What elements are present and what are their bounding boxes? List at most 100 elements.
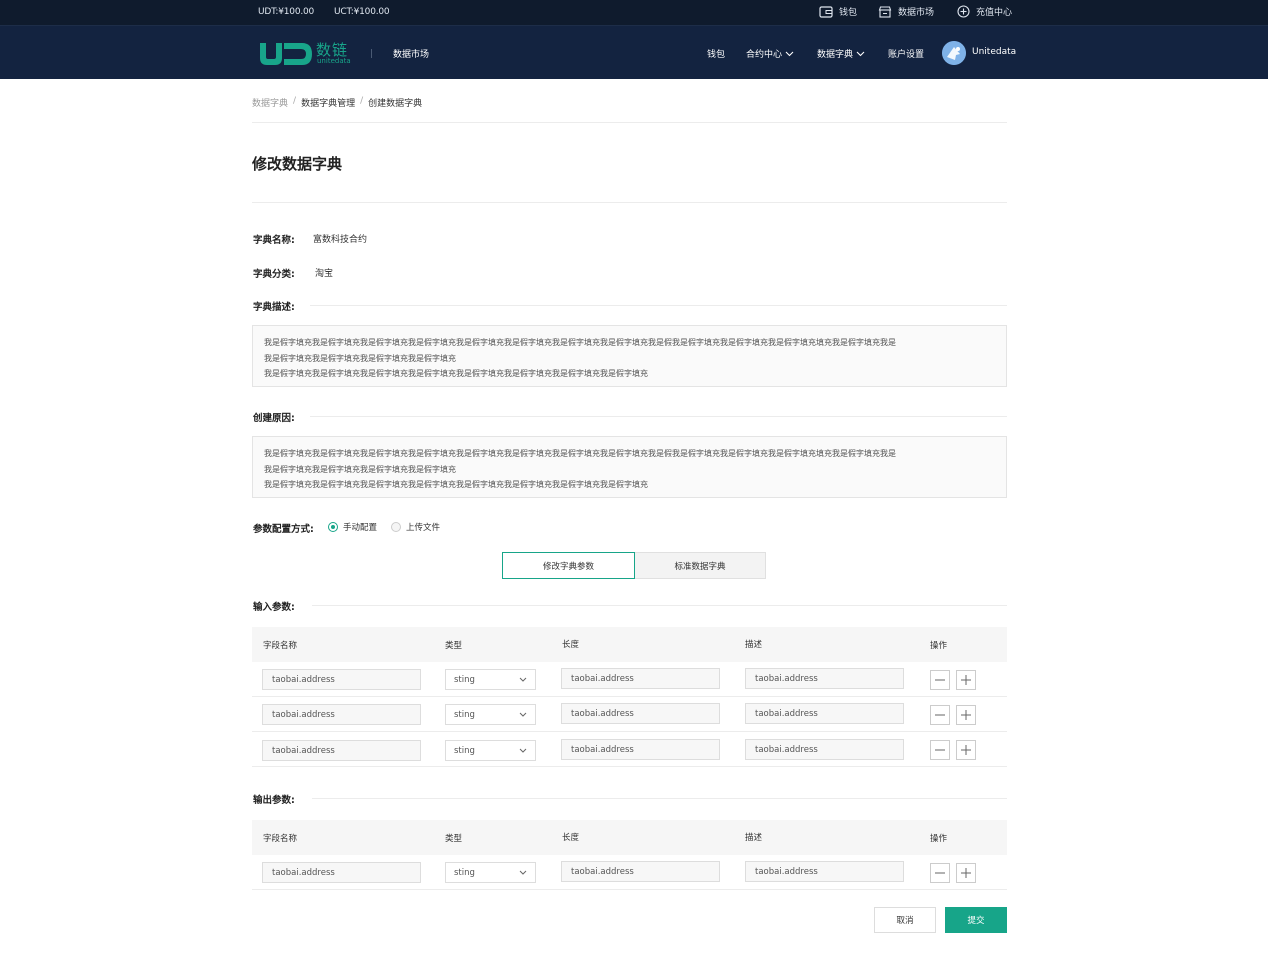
remove-row-button[interactable] [930,740,950,760]
remove-row-button[interactable] [930,863,950,883]
dict-name-value: 富数科技合约 [313,235,368,245]
create-reason-box[interactable]: 我是假字填充我是假字填充我是假字填充我是假字填充我是假字填充我是假字填充我是假字… [252,436,1007,498]
plus-icon [961,710,971,720]
divider [312,605,1007,606]
avatar[interactable] [942,41,966,65]
cancel-button[interactable]: 取消 [874,907,936,933]
length-input[interactable]: taobai.address [561,861,720,882]
type-select-value: sting [454,867,475,878]
field-name-input[interactable]: taobai.address [262,704,421,725]
dict-category-value: 淘宝 [315,269,334,279]
radio-checked-icon [328,522,338,532]
chevron-down-icon [856,51,865,56]
field-name-input[interactable]: taobai.address [262,862,421,883]
field-name-input[interactable]: taobai.address [262,740,421,761]
dict-desc-line: 我是假字填充我是假字填充我是假字填充我是假字填充我是假字填充我是假字填充我是假字… [264,338,896,347]
length-input[interactable]: taobai.address [561,668,720,689]
add-row-button[interactable] [956,740,976,760]
minus-icon [935,872,945,874]
description-input[interactable]: taobai.address [745,668,904,689]
minus-icon [935,749,945,751]
type-select[interactable]: sting [445,862,536,883]
top-link-market-label: 数据市场 [898,8,935,18]
description-input[interactable]: taobai.address [745,739,904,760]
nav-account-label: 账户设置 [888,50,925,60]
remove-row-button[interactable] [930,705,950,725]
uct-balance: UCT:¥100.00 [334,7,390,17]
udt-balance: UDT:¥100.00 [258,7,315,17]
col-type: 类型 [445,834,463,844]
col-field-name: 字段名称 [263,834,298,844]
radio-manual-label: 手动配置 [343,523,378,533]
length-input[interactable]: taobai.address [561,703,720,724]
create-reason-line: 我是假字填充我是假字填充我是假字填充我是假字填充我是假字填充我是假字填充我是假字… [264,449,896,458]
remove-row-button[interactable] [930,670,950,690]
nav-data-dictionary[interactable]: 数据字典 [817,47,865,60]
logo-subtext: unitedata [317,57,351,65]
top-link-market[interactable]: 数据市场 [878,5,934,18]
dict-desc-line: 我是假字填充我是假字填充我是假字填充我是假字填充我是假字填充我是假字填充我是假字… [264,369,648,378]
chevron-down-icon [519,712,527,717]
description-input[interactable]: taobai.address [745,861,904,882]
breadcrumb: 数据字典 / 数据字典管理 / 创建数据字典 [252,96,422,109]
breadcrumb-dictionary-manage[interactable]: 数据字典管理 [301,96,355,109]
wallet-icon [819,5,833,18]
submit-button[interactable]: 提交 [945,907,1007,933]
type-select[interactable]: sting [445,704,536,725]
chevron-down-icon [785,51,794,56]
table-row: taobai.address sting taobai.address taob… [252,697,1007,732]
dict-desc-line: 我是假字填充我是假字填充我是假字填充我是假字填充 [264,353,456,363]
radio-manual-config[interactable]: 手动配置 [328,521,377,533]
col-description: 描述 [745,640,763,650]
recharge-icon [957,5,970,18]
dict-desc-label: 字典描述: [253,302,295,313]
length-input[interactable]: taobai.address [561,739,720,760]
table-row: taobai.address sting taobai.address taob… [252,732,1007,767]
col-length: 长度 [562,640,580,650]
type-select-value: sting [454,709,475,720]
tab-edit-params[interactable]: 修改字典参数 [502,552,635,579]
col-actions: 操作 [930,834,948,844]
col-type: 类型 [445,641,463,651]
nav-contract-center[interactable]: 合约中心 [746,47,794,60]
divider [310,305,1007,306]
field-name-input[interactable]: taobai.address [262,669,421,690]
add-row-button[interactable] [956,670,976,690]
nav-wallet[interactable]: 钱包 [707,47,725,60]
tab-standard-dictionary[interactable]: 标准数据字典 [635,552,766,579]
breadcrumb-separator: / [293,96,297,106]
col-field-name: 字段名称 [263,641,298,651]
top-link-recharge-label: 充值中心 [976,8,1013,18]
output-params-table-header: 字段名称 类型 长度 描述 操作 [252,820,1007,855]
chevron-down-icon [519,870,527,875]
table-row: taobai.address sting taobai.address taob… [252,662,1007,697]
top-bar: UDT:¥100.00 UCT:¥100.00 钱包 数据市场 充值中心 [0,0,1268,25]
nav-data-market[interactable]: 数据市场 [393,47,429,60]
nav-account-settings[interactable]: 账户设置 [888,47,924,60]
username[interactable]: Unitedata [972,47,1016,57]
top-link-recharge[interactable]: 充值中心 [957,5,1012,18]
breadcrumb-separator: / [360,96,364,106]
col-length: 长度 [562,833,580,843]
type-select[interactable]: sting [445,740,536,761]
add-row-button[interactable] [956,863,976,883]
divider [310,416,1007,417]
add-row-button[interactable] [956,705,976,725]
type-select-value: sting [454,674,475,685]
description-input[interactable]: taobai.address [745,703,904,724]
chevron-down-icon [519,677,527,682]
radio-upload-file[interactable]: 上传文件 [391,521,440,533]
plus-icon [961,868,971,878]
divider [252,202,1007,203]
dict-desc-box[interactable]: 我是假字填充我是假字填充我是假字填充我是假字填充我是假字填充我是假字填充我是假字… [252,325,1007,387]
main-header: 数链 unitedata 数据市场 钱包 合约中心 数据字典 账户设置 Unit… [0,25,1268,79]
type-select[interactable]: sting [445,669,536,690]
avatar-image [942,41,966,65]
minus-icon [935,679,945,681]
table-row: taobai.address sting taobai.address taob… [252,855,1007,890]
type-select-value: sting [454,745,475,756]
radio-upload-label: 上传文件 [406,523,441,533]
breadcrumb-dictionary[interactable]: 数据字典 [252,96,288,109]
create-reason-line: 我是假字填充我是假字填充我是假字填充我是假字填充我是假字填充我是假字填充我是假字… [264,480,648,489]
top-link-wallet[interactable]: 钱包 [819,5,857,18]
